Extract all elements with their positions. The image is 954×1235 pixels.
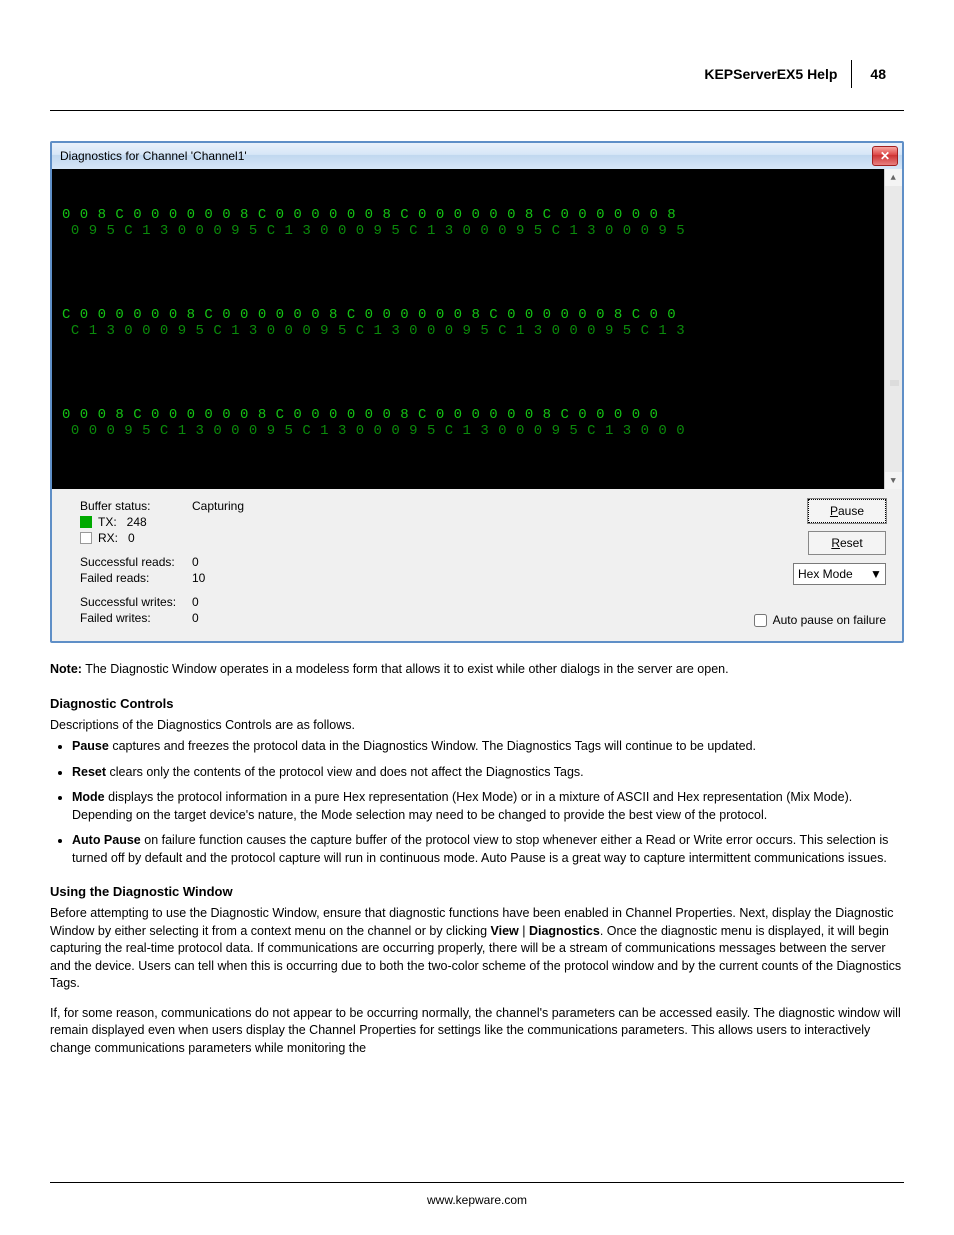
swrites-value: 0 [192,595,199,609]
console-line: 0 0 0 8 C 0 0 0 0 0 0 8 C 0 0 0 0 0 0 8 … [62,407,892,423]
list-item: Reset clears only the contents of the pr… [72,764,904,782]
footer-rule [50,1182,904,1183]
pause-button[interactable]: Pause [808,499,886,523]
page-number: 48 [851,60,904,88]
tx-label: TX: [98,515,117,529]
close-icon: ✕ [880,149,890,163]
mode-dropdown[interactable]: Hex Mode ▼ [793,563,886,585]
list-item: Mode displays the protocol information i… [72,789,904,824]
note-body: The Diagnostic Window operates in a mode… [82,662,729,676]
auto-pause-input[interactable] [754,614,767,627]
rx-label: RX: [98,531,118,545]
list-item: Pause captures and freezes the protocol … [72,738,904,756]
freads-label: Failed reads: [80,571,182,585]
mode-value: Hex Mode [798,567,853,581]
console-line: 0 9 5 C 1 3 0 0 0 9 5 C 1 3 0 0 0 9 5 C … [62,223,892,239]
status-area: Buffer status: Capturing TX: 248 RX: 0 Succ… [52,489,902,641]
doc-title: KEPServerEX5 Help [690,60,851,88]
dialog-titlebar[interactable]: Diagnostics for Channel 'Channel1' ✕ [52,143,902,169]
chevron-down-icon: ▼ [869,567,883,581]
reset-button[interactable]: Reset [808,531,886,555]
console-line: 0 0 0 9 5 C 1 3 0 0 0 9 5 C 1 3 0 0 0 9 … [62,423,892,439]
controls-list: Pause captures and freezes the protocol … [72,738,904,867]
tx-color-swatch [80,516,92,528]
console-line: C 0 0 0 0 0 0 8 C 0 0 0 0 0 0 8 C 0 0 0 … [62,307,892,323]
using-paragraph-1: Before attempting to use the Diagnostic … [50,905,904,993]
controls-intro: Descriptions of the Diagnostics Controls… [50,717,904,735]
fwrites-label: Failed writes: [80,611,182,625]
scroll-up-icon[interactable]: ▲ [885,169,902,186]
body-text: Note: The Diagnostic Window operates in … [50,661,904,1057]
header-rule [50,110,904,111]
close-button[interactable]: ✕ [872,146,898,166]
freads-value: 10 [192,571,205,585]
dialog-title: Diagnostics for Channel 'Channel1' [60,149,247,163]
note-label: Note: [50,662,82,676]
scroll-down-icon[interactable]: ▼ [885,472,902,489]
protocol-console: 0 0 8 C 0 0 0 0 0 0 8 C 0 0 0 0 0 0 8 C … [52,169,902,489]
rx-color-swatch [80,532,92,544]
using-heading: Using the Diagnostic Window [50,883,904,901]
scroll-track[interactable] [885,186,902,472]
tx-value: 248 [127,515,147,529]
auto-pause-label: Auto pause on failure [773,613,886,627]
page-footer: www.kepware.com [0,1182,954,1207]
footer-url: www.kepware.com [427,1193,527,1207]
fwrites-value: 0 [192,611,199,625]
list-item: Auto Pause on failure function causes th… [72,832,904,867]
controls-heading: Diagnostic Controls [50,695,904,713]
sreads-label: Successful reads: [80,555,182,569]
rx-value: 0 [128,531,135,545]
page-header: KEPServerEX5 Help 48 [50,60,904,88]
sreads-value: 0 [192,555,199,569]
auto-pause-checkbox[interactable]: Auto pause on failure [754,613,886,627]
scrollbar[interactable]: ▲ ▼ [884,169,902,489]
using-paragraph-2: If, for some reason, communications do n… [50,1005,904,1058]
console-line: C 1 3 0 0 0 9 5 C 1 3 0 0 0 9 5 C 1 3 0 … [62,323,892,339]
swrites-label: Successful writes: [80,595,182,609]
buffer-status-label: Buffer status: [80,499,182,513]
diagnostics-dialog: Diagnostics for Channel 'Channel1' ✕ 0 0… [50,141,904,643]
console-line: 0 0 8 C 0 0 0 0 0 0 8 C 0 0 0 0 0 0 8 C … [62,207,892,223]
buffer-status-value: Capturing [192,499,244,513]
